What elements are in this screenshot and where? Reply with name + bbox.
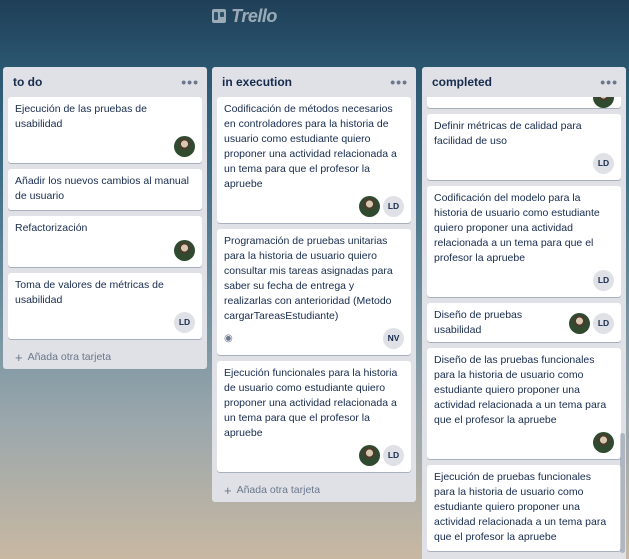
card-title: Diseño de pruebas usabilidad: [434, 309, 523, 336]
add-card-label: Añada otra tarjeta: [27, 351, 112, 363]
avatar[interactable]: LD: [174, 311, 195, 333]
list-header: to do •••: [3, 67, 207, 97]
avatar[interactable]: LD: [593, 269, 614, 291]
plus-icon: +: [224, 482, 232, 498]
list-title[interactable]: in execution: [222, 75, 292, 89]
card[interactable]: Programación de pruebas unitarias para l…: [217, 229, 411, 355]
list-title[interactable]: to do: [13, 75, 42, 89]
card-title: Toma de valores de métricas de usabilida…: [15, 279, 164, 306]
card[interactable]: Añadir los nuevos cambios al manual de u…: [8, 169, 202, 210]
card-title: Ejecución funcionales para la historia d…: [224, 367, 398, 439]
card-title: Ejecución de las pruebas de usabilidad: [15, 103, 147, 130]
list-title[interactable]: completed: [432, 75, 492, 89]
avatar[interactable]: LD: [383, 195, 404, 217]
card-partial[interactable]: [427, 97, 621, 108]
card-title: Refactorización: [15, 222, 88, 234]
card[interactable]: Definir métricas de calidad para facilid…: [427, 114, 621, 180]
add-card-button[interactable]: + Añada otra tarjeta: [212, 478, 416, 502]
list-completed: completed ••• Definir métricas de calida…: [422, 67, 626, 559]
card[interactable]: Ejecución funcionales para la historia d…: [217, 361, 411, 472]
add-card-label: Añada otra tarjeta: [236, 484, 321, 496]
avatar[interactable]: LD: [593, 312, 614, 334]
trello-logo[interactable]: Trello: [212, 6, 277, 27]
card-title: Ejecución de pruebas funcionales para la…: [434, 471, 607, 543]
avatar[interactable]: [359, 195, 380, 217]
card[interactable]: Diseño de pruebas usabilidad LD: [427, 303, 621, 342]
ellipsis-icon[interactable]: •••: [390, 75, 408, 89]
ellipsis-icon[interactable]: •••: [181, 75, 199, 89]
card[interactable]: Ejecución de pruebas funcionales para la…: [427, 465, 621, 551]
avatar[interactable]: [174, 239, 195, 261]
list-scrollbar[interactable]: [620, 433, 625, 553]
avatar[interactable]: LD: [383, 444, 404, 466]
card[interactable]: Ejecución de las pruebas de usabilidad: [8, 97, 202, 163]
card-title: Programación de pruebas unitarias para l…: [224, 235, 393, 322]
ellipsis-icon[interactable]: •••: [600, 75, 618, 89]
list-in-execution: in execution ••• Codificación de métodos…: [212, 67, 416, 502]
avatar[interactable]: [593, 97, 614, 108]
card[interactable]: Refactorización: [8, 216, 202, 267]
avatar[interactable]: LD: [593, 152, 614, 174]
card-title: Definir métricas de calidad para facilid…: [434, 120, 582, 147]
list-to-do: to do ••• Ejecución de las pruebas de us…: [3, 67, 207, 369]
card-title: Añadir los nuevos cambios al manual de u…: [15, 175, 189, 202]
card[interactable]: Codificación de métodos necesarios en co…: [217, 97, 411, 223]
avatar[interactable]: [593, 431, 614, 453]
card-title: Diseño de las pruebas funcionales para l…: [434, 354, 607, 426]
card[interactable]: Codificación del modelo para la historia…: [427, 186, 621, 297]
avatar[interactable]: [174, 135, 195, 157]
avatar[interactable]: [569, 312, 590, 334]
card[interactable]: Diseño de las pruebas funcionales para l…: [427, 348, 621, 459]
trello-board-icon: [212, 9, 227, 23]
list-header: completed •••: [422, 67, 626, 97]
avatar[interactable]: NV: [383, 327, 404, 349]
list-header: in execution •••: [212, 67, 416, 97]
avatar[interactable]: [359, 444, 380, 466]
eye-icon: ◉: [224, 332, 233, 344]
card-title: Codificación de métodos necesarios en co…: [224, 103, 397, 190]
card[interactable]: Toma de valores de métricas de usabilida…: [8, 273, 202, 339]
card-title: Codificación del modelo para la historia…: [434, 192, 600, 264]
plus-icon: +: [15, 349, 23, 365]
add-card-button[interactable]: + Añada otra tarjeta: [3, 345, 207, 369]
logo-text: Trello: [231, 5, 277, 26]
top-bar: Trello: [0, 0, 629, 32]
